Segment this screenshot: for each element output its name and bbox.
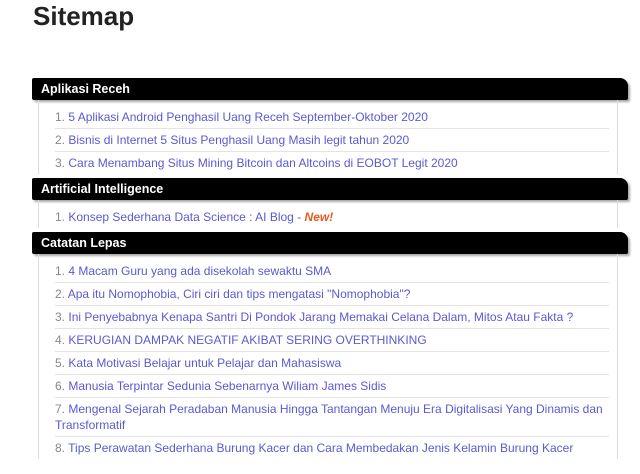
new-badge: New! [304,210,334,224]
list-item: 1. 5 Aplikasi Android Penghasil Uang Rec… [55,106,609,129]
item-number: 5. [55,356,66,370]
sitemap: Aplikasi Receh 1. 5 Aplikasi Android Pen… [32,78,628,459]
item-number: 3. [55,156,66,170]
separator: - [293,210,305,224]
post-link[interactable]: KERUGIAN DAMPAK NEGATIF AKIBAT SERING OV… [68,333,426,347]
item-number: 6. [55,379,66,393]
item-number: 1. [55,210,66,224]
section-header-artificial-intelligence: Artificial Intelligence [32,178,628,200]
section-header-aplikasi-receh: Aplikasi Receh [32,78,628,100]
item-number: 4. [55,333,66,347]
list-item: 8. Tips Perawatan Sederhana Burung Kacer… [55,437,609,459]
post-link[interactable]: Tips Perawatan Sederhana Burung Kacer da… [68,441,573,455]
post-link[interactable]: 4 Macam Guru yang ada disekolah sewaktu … [68,264,331,278]
item-number: 1. [55,264,66,278]
item-number: 2. [55,287,66,301]
post-link[interactable]: Kata Motivasi Belajar untuk Pelajar dan … [68,356,341,370]
item-number: 1. [55,110,66,124]
section-header-catatan-lepas: Catatan Lepas [32,232,628,254]
post-link[interactable]: 5 Aplikasi Android Penghasil Uang Receh … [68,110,428,124]
list-item: 1. Konsep Sederhana Data Science : AI Bl… [55,206,609,228]
page-title: Sitemap [33,1,135,31]
section-list-catatan-lepas: 1. 4 Macam Guru yang ada disekolah sewak… [38,254,618,459]
item-number: 7. [55,402,66,416]
post-link[interactable]: Cara Menambang Situs Mining Bitcoin dan … [68,156,457,170]
list-item: 6. Manusia Terpintar Sedunia Sebenarnya … [55,375,609,398]
list-item: 3. Cara Menambang Situs Mining Bitcoin d… [55,152,609,174]
item-number: 2. [55,133,66,147]
list-item: 7. Mengenal Sejarah Peradaban Manusia Hi… [55,398,609,437]
section-list-aplikasi-receh: 1. 5 Aplikasi Android Penghasil Uang Rec… [38,100,618,174]
list-item: 4. KERUGIAN DAMPAK NEGATIF AKIBAT SERING… [55,329,609,352]
section-list-artificial-intelligence: 1. Konsep Sederhana Data Science : AI Bl… [38,200,618,228]
list-item: 2. Bisnis di Internet 5 Situs Penghasil … [55,129,609,152]
post-link[interactable]: Manusia Terpintar Sedunia Sebenarnya Wil… [68,379,386,393]
list-item: 1. 4 Macam Guru yang ada disekolah sewak… [55,260,609,283]
list-item: 2. Apa itu Nomophobia, Ciri ciri dan tip… [55,283,609,306]
post-link[interactable]: Konsep Sederhana Data Science : AI Blog [68,210,294,224]
post-link[interactable]: Apa itu Nomophobia, Ciri ciri dan tips m… [68,287,411,301]
list-item: 5. Kata Motivasi Belajar untuk Pelajar d… [55,352,609,375]
item-number: 3. [55,310,66,324]
list-item: 3. Ini Penyebabnya Kenapa Santri Di Pond… [55,306,609,329]
post-link[interactable]: Mengenal Sejarah Peradaban Manusia Hingg… [55,402,603,432]
post-link[interactable]: Ini Penyebabnya Kenapa Santri Di Pondok … [68,310,573,324]
post-link[interactable]: Bisnis di Internet 5 Situs Penghasil Uan… [68,133,409,147]
item-number: 8. [55,441,66,455]
